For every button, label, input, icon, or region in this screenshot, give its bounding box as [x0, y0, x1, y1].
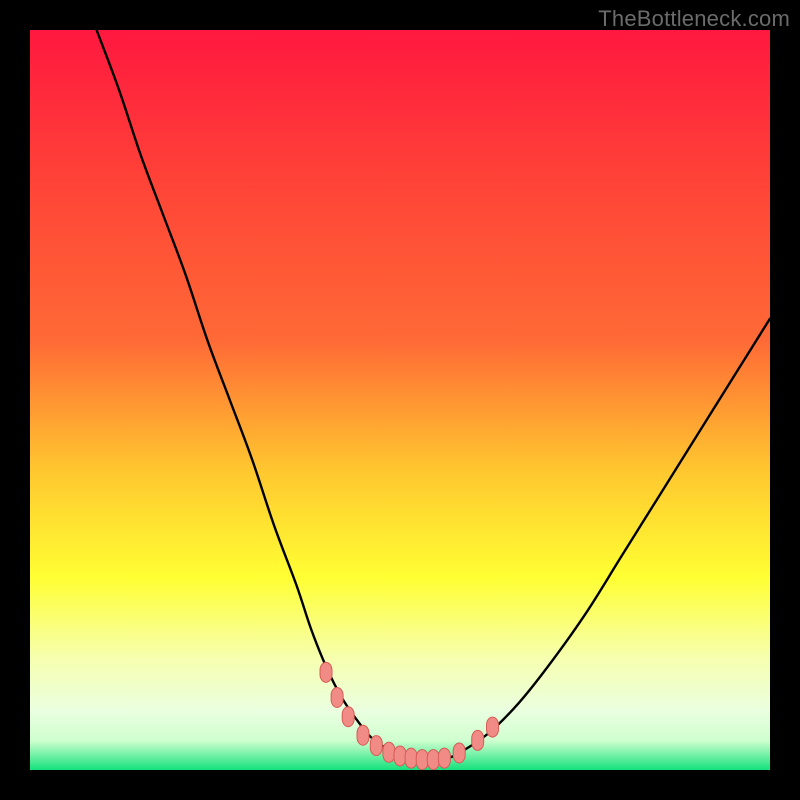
gradient-background	[30, 30, 770, 770]
marker-point	[427, 750, 439, 770]
marker-point	[383, 742, 395, 762]
marker-point	[342, 707, 354, 727]
marker-point	[453, 743, 465, 763]
marker-point	[405, 748, 417, 768]
marker-point	[370, 736, 382, 756]
marker-point	[438, 748, 450, 768]
watermark-text: TheBottleneck.com	[598, 6, 790, 32]
marker-point	[331, 687, 343, 707]
plot-area	[30, 30, 770, 770]
marker-point	[320, 662, 332, 682]
outer-frame: TheBottleneck.com	[0, 0, 800, 800]
marker-point	[416, 750, 428, 770]
marker-point	[357, 725, 369, 745]
marker-point	[472, 730, 484, 750]
marker-point	[487, 717, 499, 737]
chart-svg	[30, 30, 770, 770]
marker-point	[394, 746, 406, 766]
